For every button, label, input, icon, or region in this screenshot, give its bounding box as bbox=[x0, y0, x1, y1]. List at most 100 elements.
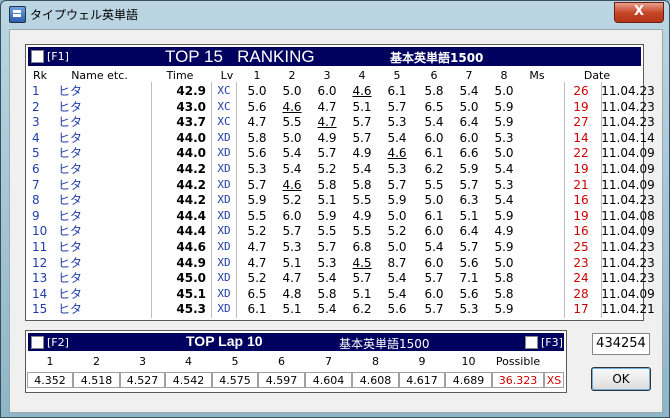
top-lap-cell: 4.518 bbox=[73, 372, 120, 388]
lap-time-cell: 6.0 bbox=[424, 130, 444, 145]
ok-button[interactable]: OK bbox=[591, 367, 651, 391]
lap-time-cell: 5.7 bbox=[352, 130, 372, 145]
lap-title: TOP Lap 10 bbox=[186, 333, 263, 349]
miss-cell: 23 bbox=[573, 255, 589, 270]
ranking-fkey: [F1] bbox=[47, 50, 69, 63]
lap-time-cell: 5.3 bbox=[282, 240, 302, 254]
ranking-checkbox[interactable] bbox=[31, 50, 44, 63]
possible-level-cell: XS bbox=[544, 372, 564, 388]
rank-cell: 13 bbox=[32, 271, 48, 286]
time-cell: 45.1 bbox=[176, 286, 206, 301]
name-cell: ヒタ bbox=[58, 99, 83, 114]
level-cell: XD bbox=[217, 193, 231, 207]
time-cell: 45.3 bbox=[176, 302, 206, 317]
lap-time-cell: 6.0 bbox=[282, 208, 302, 223]
miss-cell: 19 bbox=[573, 208, 589, 223]
lap-col-header: 10 bbox=[461, 355, 476, 368]
column-divider bbox=[151, 82, 152, 318]
lap-time-cell: 5.7 bbox=[352, 271, 372, 286]
top-lap-cell: 4.617 bbox=[399, 372, 445, 388]
lap-time-cell: 4.6 bbox=[352, 84, 372, 98]
name-cell: ヒタ bbox=[58, 255, 83, 270]
lap-time-cell: 5.7 bbox=[424, 302, 444, 317]
ranking-row: 5 ヒタ 44.0 XD 5.6 5.4 5.7 4.9 4.6 6.1 6.6 5.0 22 11.04… bbox=[26, 146, 655, 161]
lap-time-cell: 5.8 bbox=[317, 286, 337, 301]
time-cell: 44.4 bbox=[176, 224, 206, 239]
column-divider bbox=[564, 82, 565, 318]
column-divider bbox=[601, 82, 602, 318]
lap-col-header: 7 bbox=[325, 355, 332, 368]
lap-time-cell: 5.4 bbox=[494, 162, 514, 176]
col-header-date: Date bbox=[583, 69, 611, 82]
time-cell: 44.9 bbox=[176, 255, 206, 270]
name-cell: ヒタ bbox=[58, 240, 83, 254]
rank-cell: 4 bbox=[32, 130, 40, 145]
lap-time-cell: 6.6 bbox=[459, 146, 479, 161]
close-button[interactable]: X bbox=[614, 2, 664, 23]
date-cell: 11.04.09 bbox=[601, 224, 655, 239]
ranking-row: 15 ヒタ 45.3 XD 6.1 5.1 5.4 6.2 5.6 5.7 5.3 5.9 17 11.0… bbox=[26, 302, 655, 317]
lap-time-cell: 5.7 bbox=[459, 177, 479, 192]
lap-time-cell: 6.8 bbox=[352, 240, 372, 254]
ranking-panel: [F1] TOP 15 RANKING 基本英単語1500 1 ヒタ 42.9 XC 5… bbox=[25, 44, 655, 321]
col-header-level: Lv bbox=[220, 69, 234, 82]
lap-time-cell: 4.9 bbox=[352, 146, 372, 161]
top-lap-cell: 4.608 bbox=[352, 372, 399, 388]
lap-time-cell: 5.1 bbox=[459, 208, 479, 223]
lap-time-cell: 5.6 bbox=[247, 99, 267, 114]
lap-checkbox-right[interactable] bbox=[525, 336, 538, 349]
score-display: 434254 bbox=[592, 333, 650, 355]
col-header-lap-7: 7 bbox=[465, 69, 473, 82]
lap-time-cell: 5.3 bbox=[317, 255, 337, 270]
rank-cell: 5 bbox=[32, 146, 40, 161]
level-cell: XD bbox=[217, 302, 231, 316]
ranking-row: 6 ヒタ 44.2 XD 5.3 5.4 5.2 5.4 5.3 6.2 5.9 5.4 19 11.04… bbox=[26, 162, 655, 177]
lap-time-cell: 5.8 bbox=[494, 286, 514, 301]
lap-col-header: 2 bbox=[93, 355, 100, 368]
time-cell: 44.0 bbox=[176, 146, 206, 161]
col-header-lap-1: 1 bbox=[253, 69, 261, 82]
lap-time-cell: 5.4 bbox=[317, 271, 337, 286]
level-cell: XD bbox=[217, 146, 231, 160]
lap-time-cell: 5.8 bbox=[424, 84, 444, 98]
title-bar[interactable]: タイプウェル英単語 X bbox=[1, 1, 669, 27]
lap-time-cell: 5.9 bbox=[494, 115, 514, 130]
lap-time-cell: 5.5 bbox=[352, 193, 372, 208]
miss-cell: 22 bbox=[573, 146, 589, 161]
rank-cell: 2 bbox=[32, 99, 40, 114]
ranking-header: [F1] TOP 15 RANKING 基本英単語1500 bbox=[28, 47, 641, 66]
ranking-row: 12 ヒタ 44.9 XD 4.7 5.1 5.3 4.5 8.7 6.0 5.6 5.0 23 11.0… bbox=[26, 255, 655, 271]
lap-checkbox-left[interactable] bbox=[31, 336, 44, 349]
level-cell: XD bbox=[217, 208, 231, 222]
lap-time-cell: 5.9 bbox=[317, 208, 337, 223]
lap-fkey-left: [F2] bbox=[47, 336, 69, 349]
lap-col-header: 8 bbox=[372, 355, 379, 368]
level-cell: XD bbox=[217, 240, 231, 253]
col-header-lap-6: 6 bbox=[430, 69, 438, 82]
lap-col-header: 6 bbox=[278, 355, 285, 368]
lap-time-cell: 5.1 bbox=[282, 255, 302, 270]
lap-time-cell: 5.9 bbox=[494, 302, 514, 317]
lap-time-cell: 4.8 bbox=[282, 286, 302, 301]
date-cell: 11.04.23 bbox=[601, 84, 655, 98]
lap-time-cell: 5.0 bbox=[494, 84, 514, 98]
date-cell: 11.04.09 bbox=[601, 286, 655, 301]
date-cell: 11.04.14 bbox=[601, 130, 655, 145]
ranking-row: 1 ヒタ 42.9 XC 5.0 5.0 6.0 4.6 6.1 5.8 5.4 5.0 26 11.04… bbox=[26, 84, 655, 99]
lap-time-cell: 5.3 bbox=[387, 115, 407, 130]
lap-time-cell: 5.4 bbox=[387, 271, 407, 286]
lap-time-cell: 5.7 bbox=[352, 115, 372, 130]
miss-cell: 21 bbox=[573, 177, 589, 192]
lap-time-cell: 5.6 bbox=[247, 146, 267, 161]
col-header-name: Name etc. bbox=[71, 69, 128, 82]
rank-cell: 3 bbox=[32, 115, 40, 130]
ranking-subtitle: 基本英単語1500 bbox=[390, 51, 484, 65]
lap-time-cell: 5.7 bbox=[424, 271, 444, 286]
name-cell: ヒタ bbox=[58, 115, 83, 130]
ranking-row: 2 ヒタ 43.0 XC 5.6 4.6 4.7 5.1 5.7 6.5 5.0 5.9 19 11.04… bbox=[26, 99, 655, 115]
lap-time-cell: 6.3 bbox=[459, 193, 479, 208]
lap-header: [F2] TOP Lap 10 基本英単語1500 [F3] bbox=[28, 333, 564, 351]
lap-time-cell: 5.4 bbox=[352, 162, 372, 176]
lap-time-cell: 4.7 bbox=[317, 99, 337, 114]
lap-col-header: 3 bbox=[139, 355, 146, 368]
